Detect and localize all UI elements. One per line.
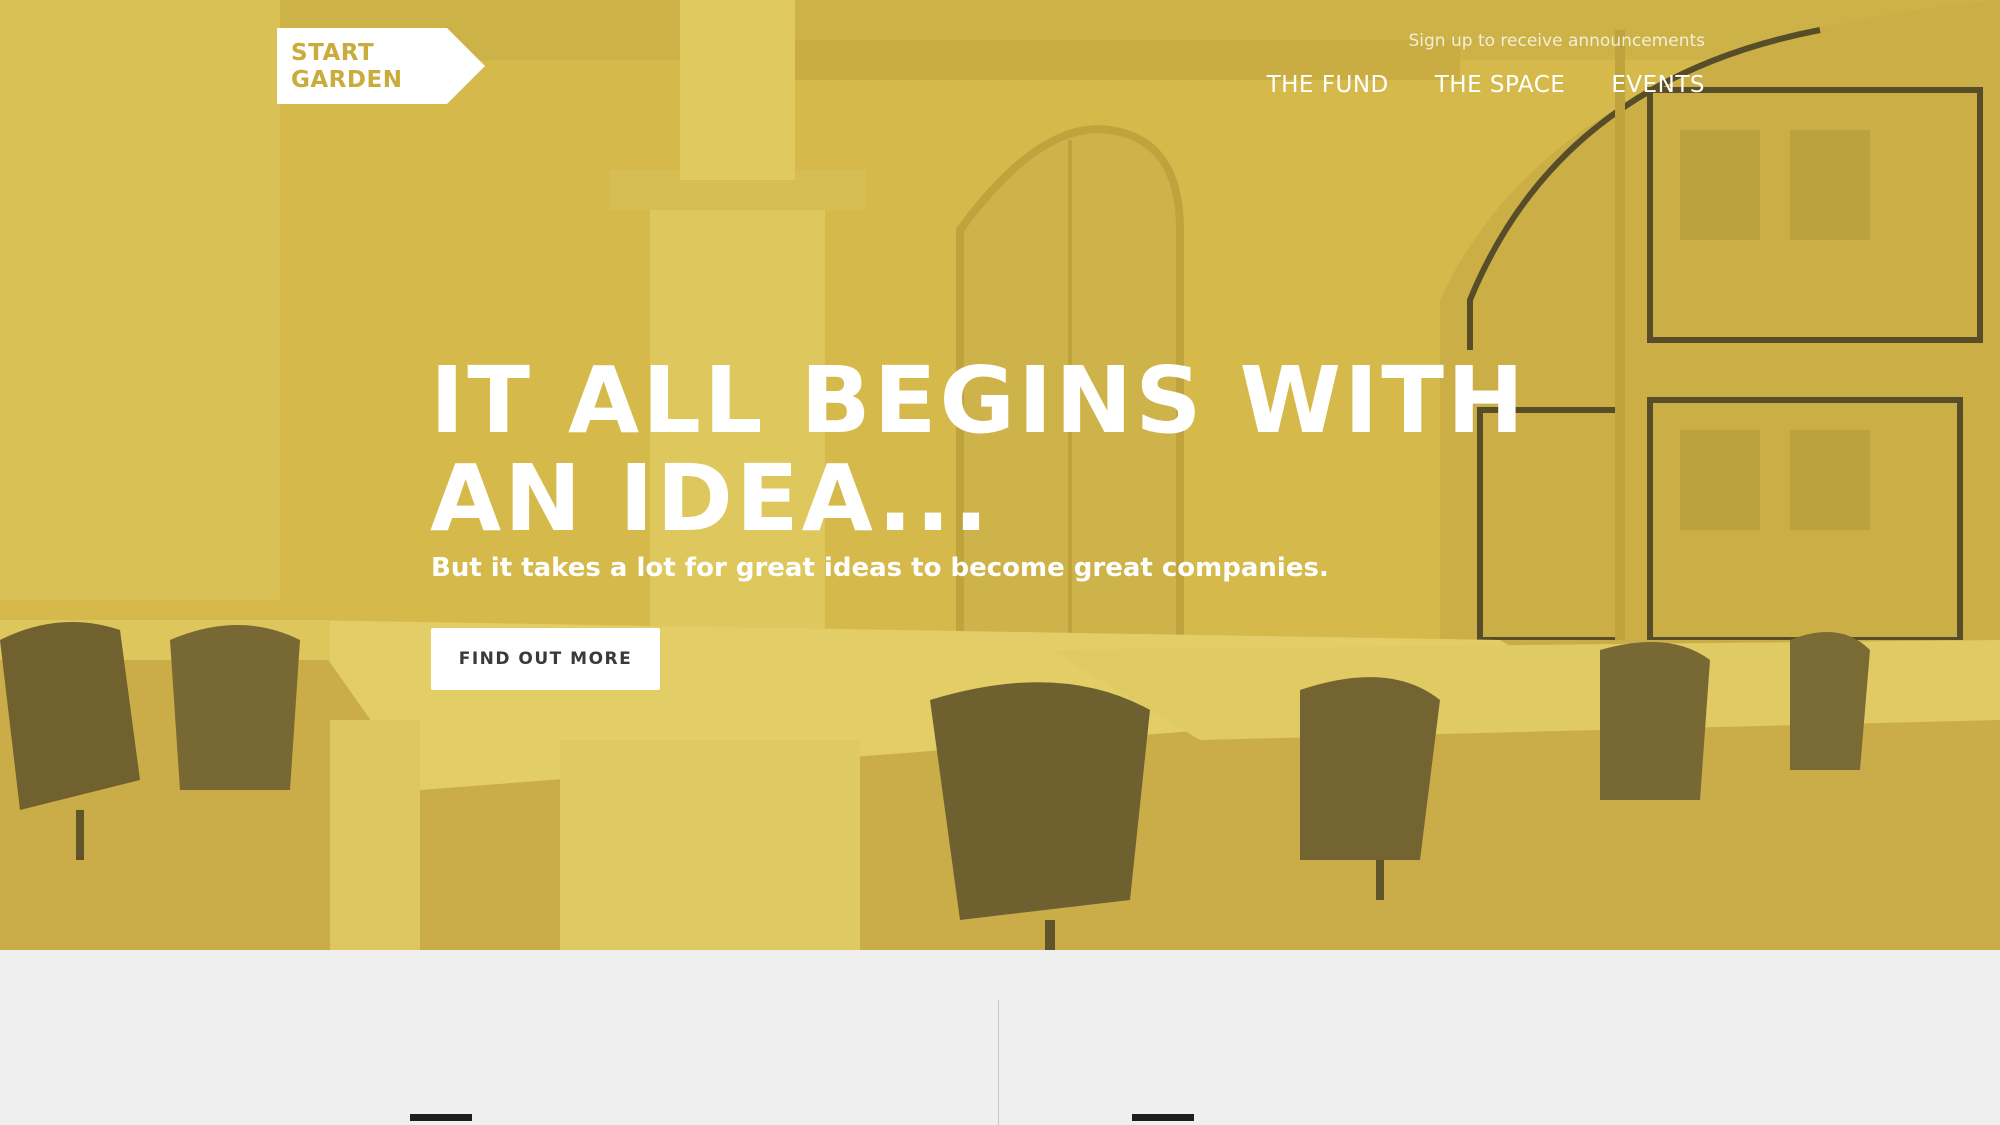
signup-announcements-link[interactable]: Sign up to receive announcements	[1409, 31, 1706, 51]
logo-line-garden: GARDEN	[291, 67, 403, 93]
main-nav: THE FUND THE SPACE EVENTS	[1267, 72, 1705, 98]
hero-section: START GARDEN Sign up to receive announce…	[0, 0, 2000, 950]
logo-line-start: START	[291, 40, 375, 66]
section-accent-bar-right	[1132, 1114, 1194, 1121]
nav-item-events[interactable]: EVENTS	[1611, 72, 1705, 98]
column-divider	[998, 1000, 999, 1125]
nav-item-the-fund[interactable]: THE FUND	[1267, 72, 1389, 98]
logo-wordmark: START GARDEN	[291, 40, 402, 94]
nav-item-the-space[interactable]: THE SPACE	[1435, 72, 1566, 98]
hero-subheadline: But it takes a lot for great ideas to be…	[431, 553, 1329, 583]
hero-headline-line1: IT ALL BEGINS WITH	[430, 347, 1527, 454]
hero-headline-line2: AN IDEA...	[430, 445, 992, 552]
hero-headline: IT ALL BEGINS WITH AN IDEA...	[430, 352, 1527, 548]
section-accent-bar-left	[410, 1114, 472, 1121]
start-garden-logo[interactable]: START GARDEN	[277, 28, 485, 104]
find-out-more-button[interactable]: FIND OUT MORE	[431, 628, 660, 690]
